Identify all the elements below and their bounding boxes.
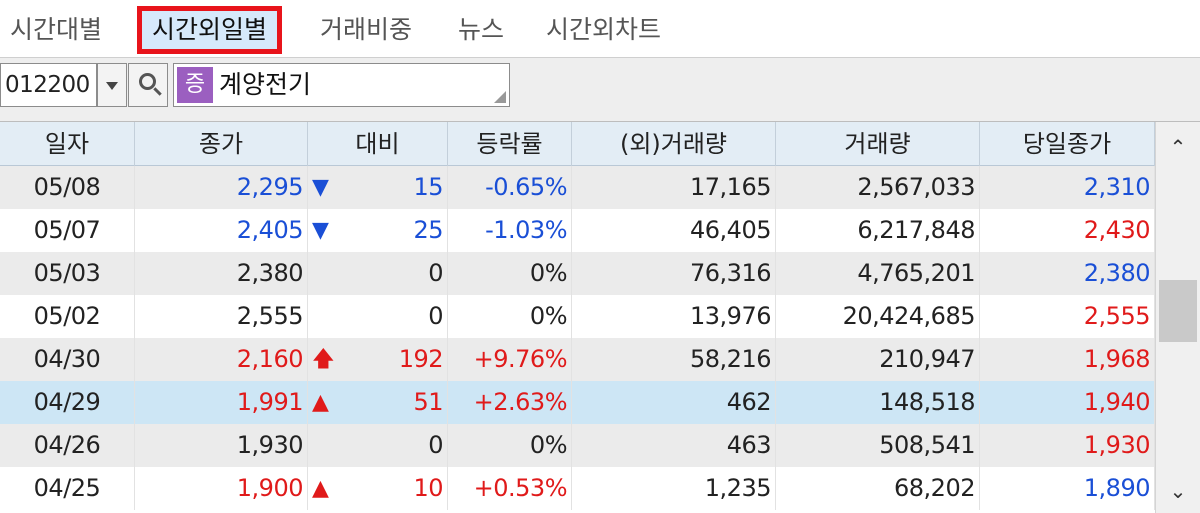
cell-volume: 2,567,033 [776, 166, 980, 209]
vertical-scrollbar[interactable]: ⌃ ⌄ [1155, 122, 1200, 513]
tab-time-band[interactable]: 시간대별 [10, 6, 102, 54]
cell-after-hours-volume: 1,235 [572, 467, 776, 510]
cell-rate: -0.65% [448, 166, 572, 209]
cell-close: 1,991 [135, 381, 308, 424]
col-volume-header[interactable]: 거래량 [776, 122, 980, 166]
table-row[interactable]: 05/02 2,555 0 0% 13,976 20,424,685 2,555 [0, 295, 1155, 338]
cell-volume: 6,217,848 [776, 209, 980, 252]
cell-rate: +0.53% [448, 467, 572, 510]
cell-close: 2,405 [135, 209, 308, 252]
table-row[interactable]: 04/26 1,930 0 0% 463 508,541 1,930 [0, 424, 1155, 467]
cell-change: 51 ▲ [308, 381, 448, 424]
down-arrow-icon: ▼ [312, 218, 329, 243]
scroll-thumb[interactable] [1159, 280, 1197, 342]
search-button[interactable] [128, 63, 168, 107]
cell-rate: +9.76% [448, 338, 572, 381]
tab-bar: 시간대별 시간외일별 거래비중 뉴스 시간외차트 [0, 0, 1200, 58]
cell-change: 25 ▼ [308, 209, 448, 252]
cell-rate: -1.03% [448, 209, 572, 252]
chevron-down-icon [106, 82, 118, 90]
cell-after-hours-volume: 76,316 [572, 252, 776, 295]
col-close-header[interactable]: 종가 [135, 122, 308, 166]
cell-date: 05/08 [0, 166, 135, 209]
cell-after-hours-volume: 46,405 [572, 209, 776, 252]
tab-after-hours-daily[interactable]: 시간외일별 [137, 6, 283, 54]
cell-date: 04/29 [0, 381, 135, 424]
resize-grip-icon [494, 91, 506, 103]
stock-name: 계양전기 [219, 70, 312, 99]
cell-volume: 508,541 [776, 424, 980, 467]
cell-change: 192 🡅 [308, 338, 448, 381]
tab-trade-ratio[interactable]: 거래비중 [320, 6, 412, 54]
cell-close: 2,555 [135, 295, 308, 338]
cell-day-close: 2,380 [980, 252, 1155, 295]
cell-date: 05/02 [0, 295, 135, 338]
table-row[interactable]: 04/29 1,991 51 ▲ +2.63% 462 148,518 1,940 [0, 381, 1155, 424]
cell-date: 04/26 [0, 424, 135, 467]
data-grid: 일자 종가 대비 등락률 (외)거래량 거래량 당일종가 05/08 2,295 15 ▼ -0.6… [0, 122, 1155, 513]
up-arrow-icon: ▲ [312, 476, 329, 501]
cell-volume: 4,765,201 [776, 252, 980, 295]
code-dropdown-button[interactable] [97, 63, 127, 107]
cell-after-hours-volume: 13,976 [572, 295, 776, 338]
table-row[interactable]: 04/25 1,900 10 ▲ +0.53% 1,235 68,202 1,890 [0, 467, 1155, 510]
cell-close: 2,380 [135, 252, 308, 295]
cell-after-hours-volume: 17,165 [572, 166, 776, 209]
cell-rate: 0% [448, 252, 572, 295]
table-header: 일자 종가 대비 등락률 (외)거래량 거래량 당일종가 [0, 122, 1155, 166]
cell-change: 10 ▲ [308, 467, 448, 510]
col-change-header[interactable]: 대비 [308, 122, 448, 166]
cell-day-close: 2,430 [980, 209, 1155, 252]
down-arrow-icon: ▼ [312, 175, 329, 200]
cell-date: 05/07 [0, 209, 135, 252]
scroll-down-icon[interactable]: ⌄ [1156, 471, 1200, 511]
cell-volume: 210,947 [776, 338, 980, 381]
col-rate-header[interactable]: 등락률 [448, 122, 572, 166]
cell-close: 1,930 [135, 424, 308, 467]
cell-date: 04/25 [0, 467, 135, 510]
market-badge: 증 [177, 67, 213, 103]
cell-close: 2,295 [135, 166, 308, 209]
tab-news[interactable]: 뉴스 [458, 6, 504, 54]
cell-day-close: 1,968 [980, 338, 1155, 381]
stock-name-field[interactable]: 증 계양전기 [173, 63, 510, 107]
cell-date: 05/03 [0, 252, 135, 295]
table-row[interactable]: 05/07 2,405 25 ▼ -1.03% 46,405 6,217,848 2,430 [0, 209, 1155, 252]
table-row[interactable]: 05/03 2,380 0 0% 76,316 4,765,201 2,380 [0, 252, 1155, 295]
cell-volume: 148,518 [776, 381, 980, 424]
cell-change: 0 [308, 424, 448, 467]
cell-rate: 0% [448, 295, 572, 338]
stock-code-input[interactable]: 012200 [0, 63, 97, 107]
cell-rate: +2.63% [448, 381, 572, 424]
cell-day-close: 2,310 [980, 166, 1155, 209]
upper-limit-arrow-icon: 🡅 [312, 347, 335, 372]
toolbar: 012200 증 계양전기 [0, 58, 1200, 122]
cell-close: 2,160 [135, 338, 308, 381]
cell-day-close: 1,930 [980, 424, 1155, 467]
col-after-hours-volume-header[interactable]: (외)거래량 [572, 122, 776, 166]
cell-close: 1,900 [135, 467, 308, 510]
scroll-up-icon[interactable]: ⌃ [1156, 127, 1200, 167]
cell-change: 0 [308, 252, 448, 295]
col-date-header[interactable]: 일자 [0, 122, 135, 166]
table-row[interactable]: 05/08 2,295 15 ▼ -0.65% 17,165 2,567,033 2,310 [0, 166, 1155, 209]
cell-volume: 68,202 [776, 467, 980, 510]
cell-change: 15 ▼ [308, 166, 448, 209]
col-day-close-header[interactable]: 당일종가 [980, 122, 1155, 166]
cell-date: 04/30 [0, 338, 135, 381]
cell-after-hours-volume: 58,216 [572, 338, 776, 381]
cell-volume: 20,424,685 [776, 295, 980, 338]
cell-day-close: 2,555 [980, 295, 1155, 338]
tab-after-hours-chart[interactable]: 시간외차트 [546, 6, 661, 54]
cell-day-close: 1,890 [980, 467, 1155, 510]
cell-rate: 0% [448, 424, 572, 467]
cell-after-hours-volume: 463 [572, 424, 776, 467]
cell-day-close: 1,940 [980, 381, 1155, 424]
up-arrow-icon: ▲ [312, 390, 329, 415]
cell-after-hours-volume: 462 [572, 381, 776, 424]
table-row[interactable]: 04/30 2,160 192 🡅 +9.76% 58,216 210,947 1,968 [0, 338, 1155, 381]
cell-change: 0 [308, 295, 448, 338]
